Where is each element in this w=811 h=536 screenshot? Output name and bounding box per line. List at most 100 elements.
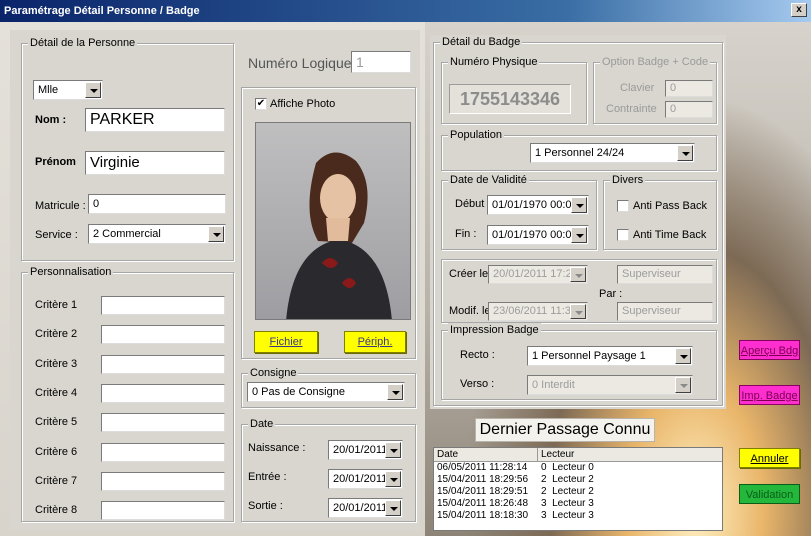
person-photo [255, 122, 411, 320]
naissance-label: Naissance : [248, 442, 306, 454]
critere-field[interactable] [101, 501, 225, 521]
chevron-down-icon[interactable] [571, 227, 587, 243]
critere-field[interactable] [101, 471, 225, 491]
critere-field[interactable] [101, 383, 225, 403]
fichier-button[interactable]: Fichier [254, 331, 318, 353]
chevron-down-icon[interactable] [675, 377, 691, 393]
dernier-passage-list[interactable]: Date Lecteur 06/05/2011 11:28:14 0 Lecteu… [433, 447, 723, 531]
nom-field[interactable]: PARKER [85, 108, 225, 132]
creer-par-field[interactable]: Superviseur [617, 265, 713, 284]
recto-value: 1 Personnel Paysage 1 [532, 350, 646, 362]
recto-label: Recto : [460, 349, 495, 361]
chevron-down-icon[interactable] [677, 145, 693, 161]
chevron-down-icon[interactable] [208, 226, 224, 242]
prenom-field[interactable]: Virginie [85, 151, 225, 175]
critere-label: Critère 6 [35, 445, 78, 458]
column-header-lecteur[interactable]: Lecteur [538, 448, 722, 461]
population-select[interactable]: 1 Personnel 24/24 [530, 143, 695, 163]
numero-physique-field[interactable]: 1755143346 [449, 84, 571, 114]
critere-field[interactable] [101, 325, 225, 345]
chevron-down-icon[interactable] [385, 471, 401, 487]
table-row[interactable]: 15/04/2011 18:18:30 3 Lecteur 3 [434, 510, 722, 522]
group-title: Divers [610, 173, 646, 187]
affiche-photo-checkbox[interactable]: ✔ [255, 98, 267, 110]
service-select[interactable]: 2 Commercial [88, 224, 226, 244]
chevron-down-icon[interactable] [571, 197, 587, 213]
verso-select[interactable]: 0 Interdit [527, 375, 693, 395]
entree-date-picker[interactable]: 20/01/2011 [328, 469, 403, 489]
matricule-field[interactable]: 0 [88, 194, 226, 214]
close-button[interactable]: x [791, 3, 807, 17]
group-title: Option Badge + Code [600, 55, 711, 69]
dernier-passage-title: Dernier Passage Connu [475, 418, 655, 442]
anti-pass-back-checkbox[interactable] [617, 200, 629, 212]
naissance-value: 20/01/2011 [333, 444, 388, 456]
apercu-badge-button[interactable]: Aperçu Bdg [739, 340, 800, 360]
consigne-select[interactable]: 0 Pas de Consigne [247, 382, 405, 402]
chevron-down-icon[interactable] [85, 82, 101, 98]
anti-time-back-checkbox[interactable] [617, 229, 629, 241]
nom-label: Nom : [35, 114, 67, 126]
civilite-select[interactable]: Mlle [33, 80, 103, 100]
periph-button[interactable]: Périph. [344, 331, 406, 353]
passage-lecteur: 2 Lecteur 2 [541, 486, 594, 497]
debut-label: Début : [455, 198, 491, 210]
table-row[interactable]: 15/04/2011 18:26:48 3 Lecteur 3 [434, 498, 722, 510]
group-title: Consigne [248, 366, 299, 380]
consigne-value: 0 Pas de Consigne [252, 386, 345, 398]
group-title: Personnalisation [28, 265, 114, 279]
critere-field[interactable] [101, 354, 225, 374]
passage-date: 06/05/2011 11:28:14 [437, 462, 528, 473]
contrainte-label: Contrainte [606, 103, 657, 115]
clavier-label: Clavier [620, 82, 655, 94]
creer-date-field[interactable]: 20/01/2011 17:28 [488, 265, 588, 284]
table-row[interactable]: 15/04/2011 18:29:56 2 Lecteur 2 [434, 474, 722, 486]
critere-field[interactable] [101, 413, 225, 433]
annuler-button[interactable]: Annuler [739, 448, 800, 468]
verso-value: 0 Interdit [532, 379, 575, 391]
par-label: Par : [599, 288, 623, 300]
entree-value: 20/01/2011 [333, 473, 388, 485]
sortie-label: Sortie : [248, 500, 283, 512]
chevron-down-icon[interactable] [385, 500, 401, 516]
fin-label: Fin : [455, 228, 477, 240]
passage-date: 15/04/2011 18:29:51 [437, 486, 529, 497]
chevron-down-icon[interactable] [570, 304, 586, 319]
debut-value: 01/01/1970 00:00 [492, 199, 578, 211]
passage-date: 15/04/2011 18:29:56 [437, 474, 529, 485]
critere-label: Critère 1 [35, 299, 78, 311]
clavier-field[interactable]: 0 [665, 80, 713, 97]
imprimer-badge-button[interactable]: Imp. Badge [739, 385, 800, 405]
column-header-date[interactable]: Date [434, 448, 538, 461]
critere-field[interactable] [101, 442, 225, 462]
modif-date-field[interactable]: 23/06/2011 11:34 [488, 302, 588, 321]
table-row[interactable]: 15/04/2011 18:29:51 2 Lecteur 2 [434, 486, 722, 498]
chevron-down-icon[interactable] [675, 348, 691, 364]
fin-value: 01/01/1970 00:00 [492, 229, 578, 241]
passage-rows: 06/05/2011 11:28:14 0 Lecteur 0 15/04/2011… [434, 462, 722, 522]
validation-button[interactable]: Validation [739, 484, 800, 504]
numero-logique-field[interactable]: 1 [351, 51, 411, 73]
passage-date: 15/04/2011 18:26:48 [437, 498, 529, 509]
civilite-value: Mlle [38, 84, 59, 96]
fin-date-picker[interactable]: 01/01/1970 00:00 [487, 225, 589, 245]
modif-par-field[interactable]: Superviseur [617, 302, 713, 321]
critere-field[interactable] [101, 296, 225, 315]
creer-value: 20/01/2011 17:28 [493, 268, 578, 280]
debut-date-picker[interactable]: 01/01/1970 00:00 [487, 195, 589, 215]
sortie-date-picker[interactable]: 20/01/2011 [328, 498, 403, 518]
chevron-down-icon[interactable] [387, 384, 403, 400]
table-row[interactable]: 06/05/2011 11:28:14 0 Lecteur 0 [434, 462, 722, 474]
contrainte-field[interactable]: 0 [665, 101, 713, 118]
recto-select[interactable]: 1 Personnel Paysage 1 [527, 346, 693, 366]
chevron-down-icon[interactable] [385, 442, 401, 458]
passage-lecteur: 0 Lecteur 0 [541, 462, 594, 473]
verso-label: Verso : [460, 378, 495, 390]
chevron-down-icon[interactable] [570, 267, 586, 282]
portrait-image [286, 152, 392, 319]
naissance-date-picker[interactable]: 20/01/2011 [328, 440, 403, 460]
critere-label: Critère 5 [35, 416, 78, 429]
list-header: Date Lecteur [434, 448, 722, 462]
group-title: Date [248, 417, 276, 431]
anti-pass-back-label: Anti Pass Back [633, 200, 707, 212]
